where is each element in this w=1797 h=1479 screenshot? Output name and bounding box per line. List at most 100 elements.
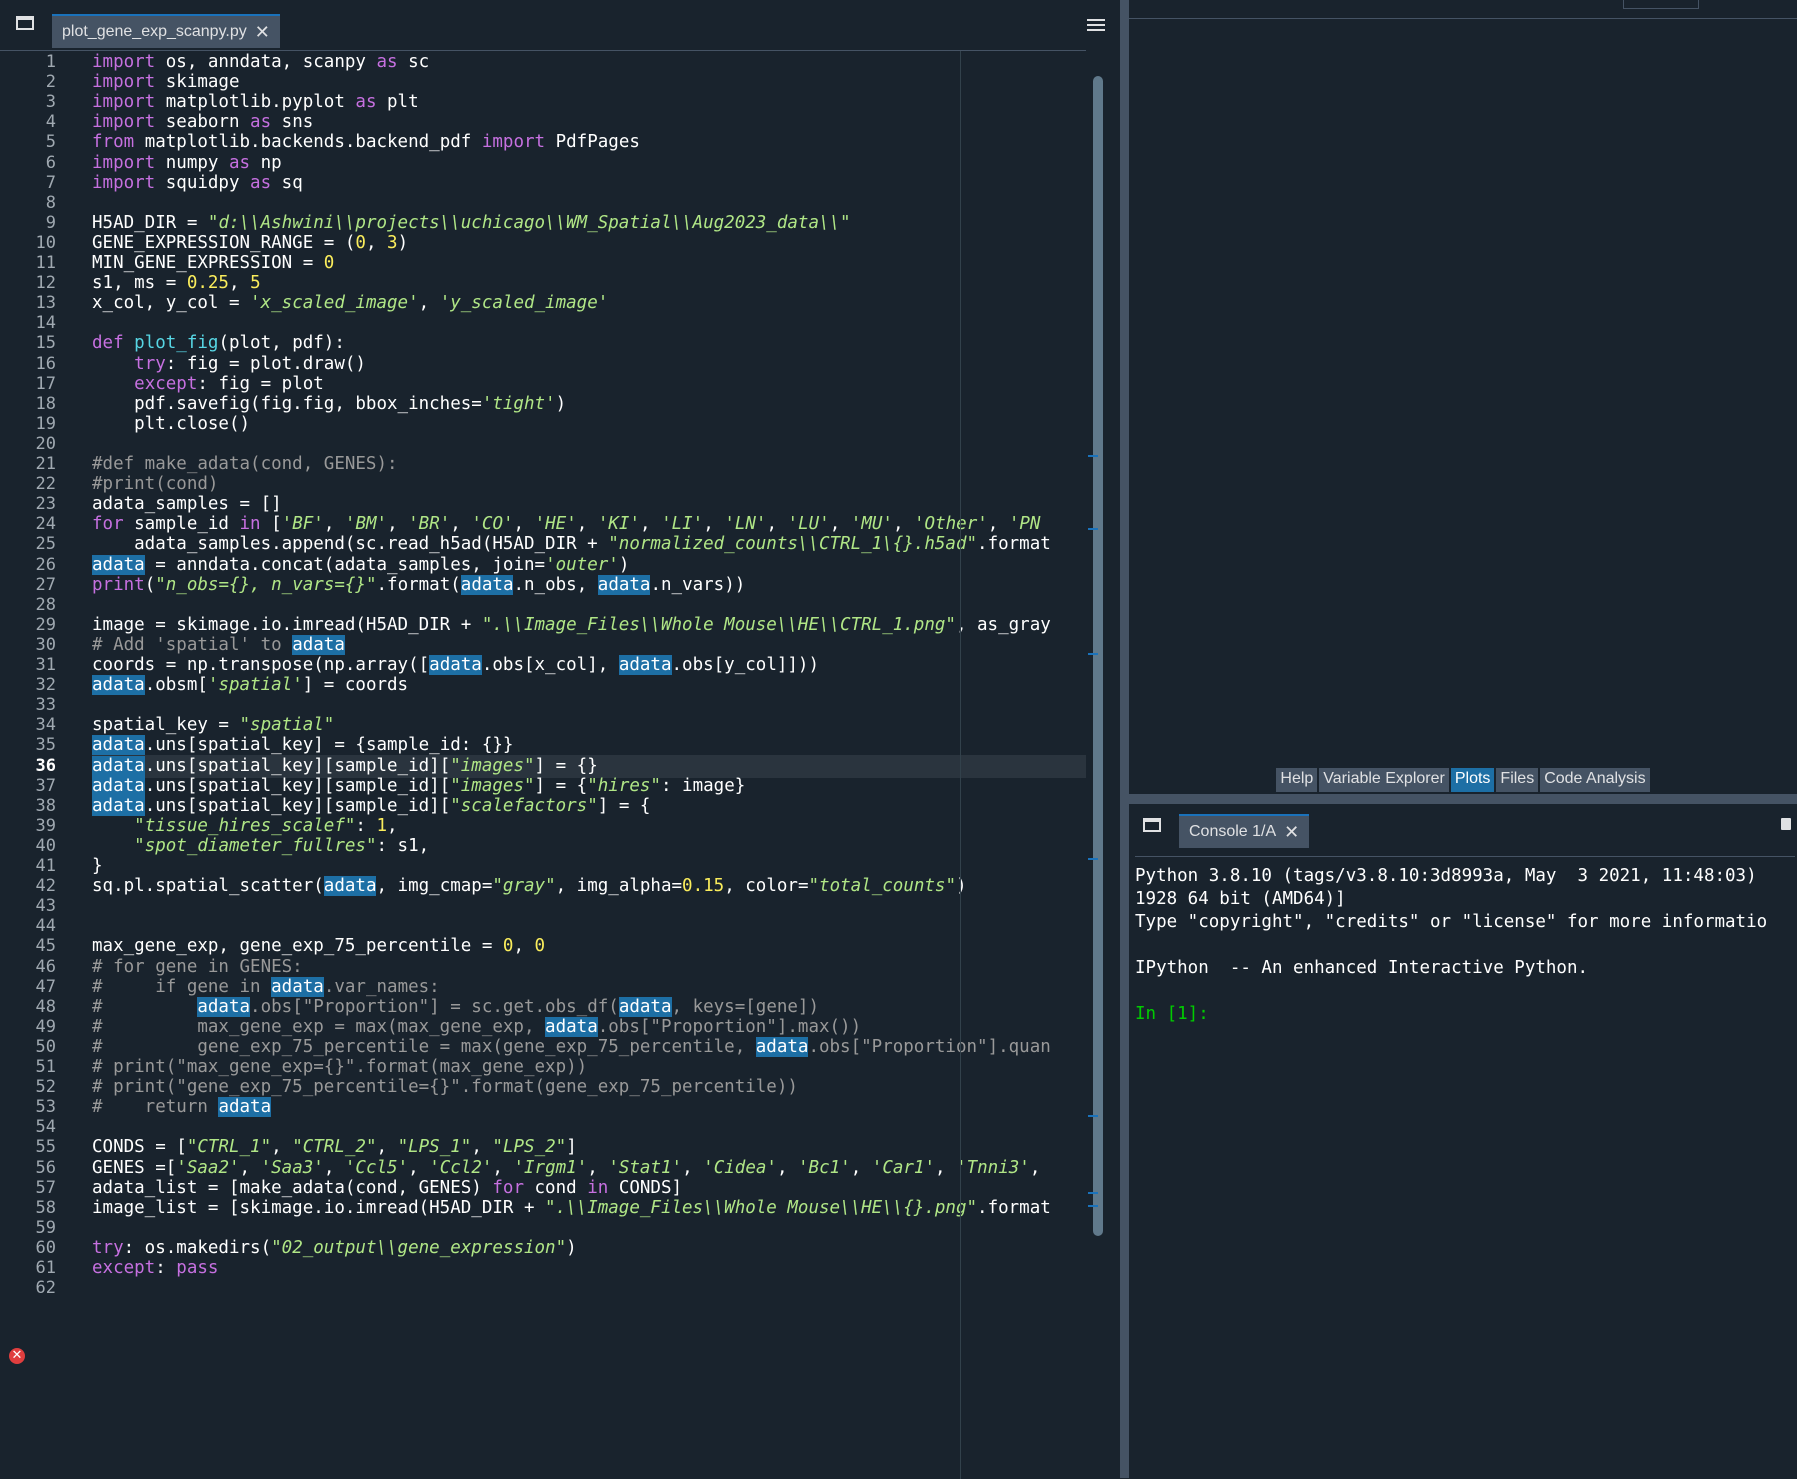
code-token: 'x_scaled_image' [250,293,419,314]
code-token: 'HE' [534,514,577,535]
tab-console[interactable]: Console 1/A ✕ [1179,814,1310,849]
code-token: , [418,293,440,314]
code-token: .uns[spatial_key][sample_id][ [144,795,451,816]
code-token: 'Cidea' [703,1157,777,1178]
tab-code-analysis[interactable]: Code Analysis [1540,768,1650,792]
plots-area[interactable] [1129,18,1797,764]
code-token: , [935,1157,957,1178]
code-token: 'LN' [724,514,767,535]
code-token: ] = {} [534,755,598,776]
code-token: numpy [155,152,229,173]
editor-tabbar: plot_gene_exp_scanpy.py ✕ [0,0,1123,50]
pane-toolbar-stub [1623,0,1699,9]
code-token: # print("gene_exp_75_percentile={}".form… [92,1077,798,1098]
console-prompt[interactable]: In [1]: [1135,1003,1795,1026]
hamburger-menu-icon[interactable] [1087,16,1105,34]
code-token: , [1029,1157,1041,1178]
code-token: GENE_EXPRESSION_RANGE = ( [92,232,356,253]
occurrence-highlight: adata [292,634,345,655]
code-token: .var_names: [323,976,440,997]
code-token: 'Irgm1' [513,1157,588,1178]
line-number-gutter: 1 2 3 4 5 6 7 8 9 10 11 12 13 14 15 16 17 18 19 20 21 22 23 24 2… [0,51,70,1479]
code-token: def [92,333,124,354]
code-token: .n_vars)) [650,574,746,595]
code-token: , [365,232,388,253]
code-token: , [228,273,251,294]
code-token: ) [618,554,630,575]
code-token: , [323,1157,345,1178]
code-token: 5 [250,273,261,294]
tab-editor-file[interactable]: plot_gene_exp_scanpy.py ✕ [52,14,280,48]
console-line: Type "copyright", "credits" or "license"… [1135,912,1768,932]
occurrence-highlight: adata [92,735,145,756]
error-icon[interactable]: ✕ [9,1348,25,1364]
code-token: , [376,1137,398,1158]
code-lines[interactable]: import os, anndata, scanpy as sc import s… [92,51,1087,1479]
code-token: as [250,172,272,193]
code-token: "02_output\\gene_expression" [271,1237,567,1258]
code-token: "images" [450,755,535,776]
code-token: .obsm[ [144,675,208,696]
console-line: 1928 64 bit (AMD64)] [1135,889,1346,909]
code-token: , [587,1157,609,1178]
tab-help[interactable]: Help [1276,768,1318,792]
window-icon[interactable] [16,16,34,30]
right-pane-tabs: Help Variable Explorer Plots Files Code … [1129,764,1797,794]
code-editor[interactable]: 1 2 3 4 5 6 7 8 9 10 11 12 13 14 15 16 17 18 19 20 21 22 23 24 2… [0,50,1090,1479]
code-token: coords = np.transpose(np.array([ [92,655,430,675]
code-token: ) [566,1237,577,1258]
code-line[interactable] [92,1277,1087,1300]
code-token: "scalefactors" [450,795,598,816]
code-token: ".\\Image_Files\\Whole Mouse\\HE\\CTRL_1… [481,614,956,635]
tab-files[interactable]: Files [1496,768,1539,792]
editor-scrollbar[interactable] [1086,50,1110,1478]
code-token: 'spatial' [207,675,303,696]
code-token: "total_counts" [808,876,957,897]
code-token: sq.pl.spatial_scatter( [92,876,324,897]
trash-icon[interactable] [1781,818,1791,830]
code-token: #def make_adata(cond, GENES): [92,454,398,474]
scrollbar-occurrence-marker [1088,653,1098,655]
code-token: ] = coords [302,675,409,696]
horizontal-splitter[interactable] [1129,794,1797,804]
code-token: .format( [376,574,461,595]
code-token: 'Bc1' [798,1157,851,1178]
code-token: H5AD_DIR = [92,212,208,233]
code-token: sc [397,52,430,72]
code-token: print [92,574,145,595]
tab-plots[interactable]: Plots [1450,768,1495,792]
code-token: #print(cond) [92,474,219,495]
pane-splitter[interactable] [1120,0,1129,1478]
tab-variable-explorer[interactable]: Variable Explorer [1319,768,1449,792]
close-icon[interactable]: ✕ [255,15,270,49]
scrollbar-thumb[interactable] [1093,76,1103,1236]
code-token: , [471,1137,493,1158]
code-token: ] = { [534,775,588,796]
code-token: for [92,514,124,535]
code-token: CONDS] [608,1177,683,1198]
code-token: import [92,72,156,93]
code-token: , img_alpha= [555,876,683,897]
code-token: 'Saa3' [260,1157,324,1178]
code-token: , [387,514,409,535]
code-token: 'Ccl2' [429,1157,493,1178]
code-token: plot_fig [134,333,219,354]
code-token: 3 [387,232,398,253]
code-token: ) [397,232,409,253]
code-token: in [587,1177,609,1198]
code-token: , [387,815,398,836]
code-token: "spot_diameter_fullres" [134,835,377,856]
code-token: try [92,1237,124,1258]
code-token: adata_list = [make_adata(cond, GENES) [92,1177,493,1198]
code-token: import [92,52,156,72]
occurrence-highlight: adata [597,574,651,595]
code-token: 0 [534,936,546,957]
close-icon[interactable]: ✕ [1284,815,1299,849]
code-token: .obs["Proportion"].max()) [597,1016,862,1037]
window-icon[interactable] [1143,818,1161,832]
code-token: , [766,514,788,535]
console-output[interactable]: Python 3.8.10 (tags/v3.8.10:3d8993a, May… [1135,856,1795,1477]
code-token: import [92,112,156,133]
